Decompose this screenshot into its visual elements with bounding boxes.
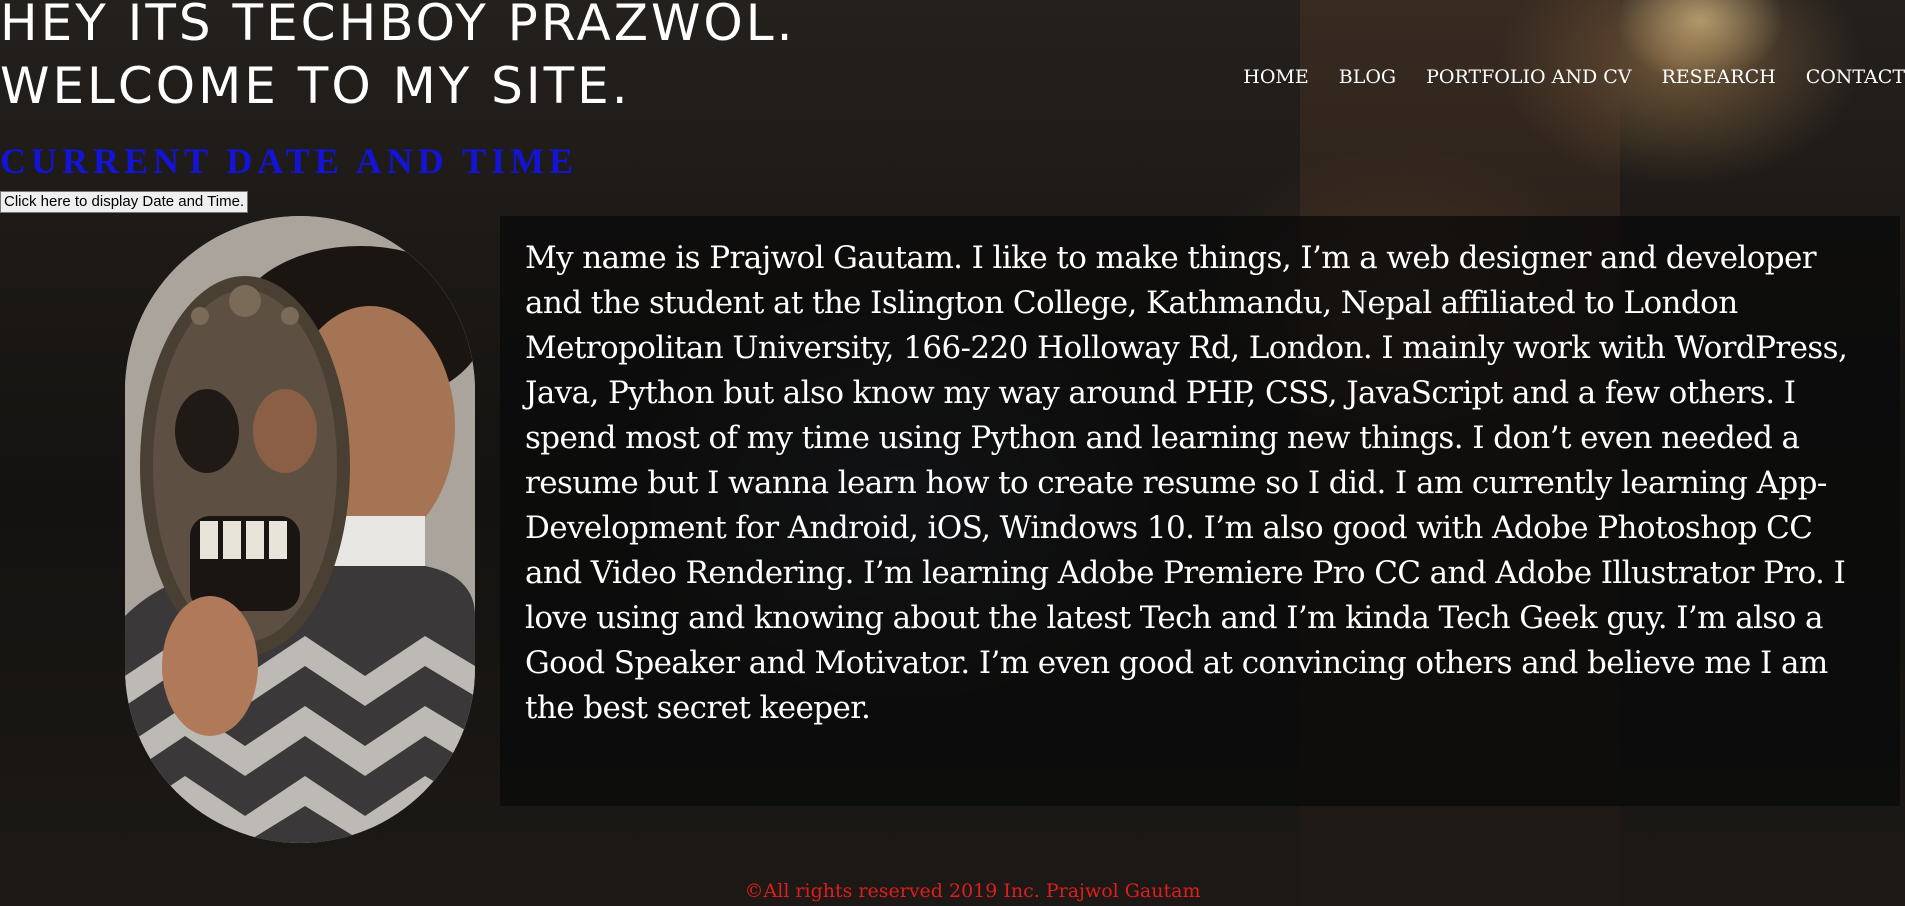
about-text: My name is Prajwol Gautam. I like to mak… bbox=[525, 240, 1848, 726]
nav-research-link[interactable]: RESEARCH bbox=[1661, 66, 1775, 88]
profile-photo-illustration bbox=[125, 216, 475, 843]
nav-home-link[interactable]: HOME bbox=[1243, 66, 1308, 88]
profile-photo bbox=[125, 216, 475, 843]
nav-contact-link[interactable]: CONTACT bbox=[1806, 66, 1905, 88]
footer-copyright: ©All rights reserved 2019 Inc. Prajwol G… bbox=[744, 880, 1201, 902]
site-title-line-2: WELCOME TO MY SITE. bbox=[0, 57, 631, 115]
nav-blog-link[interactable]: BLOG bbox=[1339, 66, 1396, 88]
nav-portfolio-link[interactable]: PORTFOLIO AND CV bbox=[1426, 66, 1631, 88]
main-nav: HOME BLOG PORTFOLIO AND CV RESEARCH CONT… bbox=[1213, 66, 1905, 88]
datetime-heading: CURRENT DATE AND TIME bbox=[0, 141, 579, 181]
display-datetime-button[interactable]: Click here to display Date and Time. bbox=[0, 191, 249, 213]
site-title-line-1: HEY ITS TECHBOY PRAZWOL. bbox=[0, 0, 796, 52]
site-title: HEY ITS TECHBOY PRAZWOL. WELCOME TO MY S… bbox=[0, 0, 796, 118]
